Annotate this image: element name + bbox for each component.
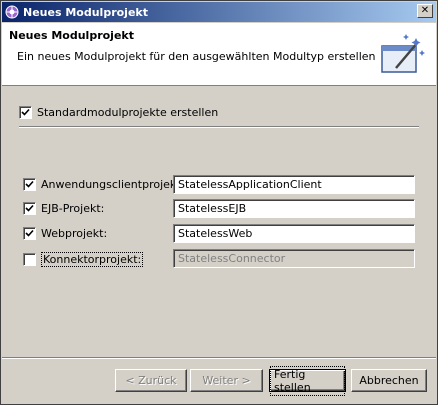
wizard-window: Neues Modulprojekt ✕ Neues Modulprojekt … xyxy=(0,0,438,405)
check-icon xyxy=(21,108,30,116)
next-button[interactable]: Weiter > xyxy=(190,369,263,392)
check-icon xyxy=(25,204,34,212)
project-row-web[interactable]: Webprojekt: xyxy=(23,227,107,240)
wizard-banner: Neues Modulprojekt Ein neues Modulprojek… xyxy=(2,23,436,86)
check-icon xyxy=(25,180,34,188)
banner-title: Neues Modulprojekt xyxy=(9,29,134,42)
project-row-appclient[interactable]: Anwendungsclientprojekt: xyxy=(23,178,184,191)
button-bar-separator xyxy=(2,357,436,359)
connector-name-input[interactable]: StatelessConnector xyxy=(173,249,415,268)
ejb-label: EJB-Projekt: xyxy=(41,202,105,215)
appclient-label: Anwendungsclientprojekt: xyxy=(41,178,185,191)
ejb-name-input[interactable]: StatelessEJB xyxy=(173,199,415,218)
app-icon xyxy=(5,5,19,19)
close-button[interactable]: ✕ xyxy=(417,4,433,18)
wizard-wand-icon xyxy=(381,34,425,73)
close-icon: ✕ xyxy=(420,5,430,16)
appclient-name-input[interactable]: StatelessApplicationClient xyxy=(173,175,415,194)
connector-label: Konnektorprojekt: xyxy=(41,252,144,267)
check-icon xyxy=(25,229,34,237)
banner-description: Ein neues Modulprojekt für den ausgewähl… xyxy=(17,50,376,63)
separator xyxy=(19,126,419,128)
window-title: Neues Modulprojekt xyxy=(23,5,148,19)
default-projects-label: Standardmodulprojekte erstellen xyxy=(37,106,219,119)
web-checkbox[interactable] xyxy=(23,227,36,240)
back-button[interactable]: < Zurück xyxy=(115,369,187,392)
connector-checkbox[interactable] xyxy=(23,253,36,266)
title-bar[interactable]: Neues Modulprojekt ✕ xyxy=(2,2,436,22)
default-projects-option[interactable]: Standardmodulprojekte erstellen xyxy=(19,106,218,119)
ejb-checkbox[interactable] xyxy=(23,202,36,215)
appclient-checkbox[interactable] xyxy=(23,178,36,191)
web-name-input[interactable]: StatelessWeb xyxy=(173,224,415,243)
cancel-button[interactable]: Abbrechen xyxy=(351,369,427,392)
project-row-ejb[interactable]: EJB-Projekt: xyxy=(23,202,104,215)
project-row-connector[interactable]: Konnektorprojekt: xyxy=(23,252,144,267)
finish-button[interactable]: Fertig stellen xyxy=(269,365,346,396)
web-label: Webprojekt: xyxy=(41,227,108,240)
default-projects-checkbox[interactable] xyxy=(19,106,32,119)
